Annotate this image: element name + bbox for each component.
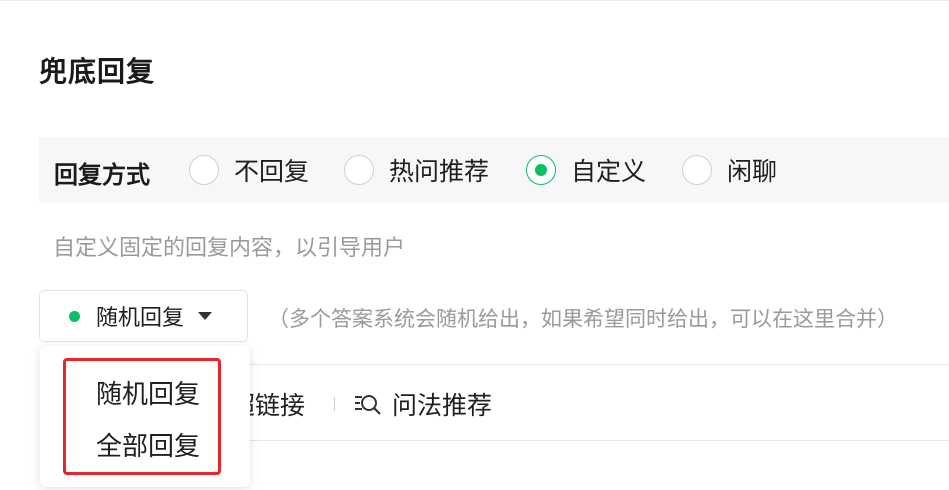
reply-strategy-menu: 随机回复 全部回复 <box>40 346 250 487</box>
radio-label: 不回复 <box>234 157 310 186</box>
faq-recommend-label: 问法推荐 <box>392 391 493 420</box>
search-list-icon <box>355 395 381 415</box>
radio-circle[interactable] <box>189 155 219 185</box>
top-divider <box>0 0 949 1</box>
status-dot <box>69 310 80 322</box>
radio-custom[interactable]: 自定义 <box>526 153 646 187</box>
radio-hot-questions[interactable]: 热问推荐 <box>344 153 489 187</box>
caret-down-icon <box>198 312 213 320</box>
reply-strategy-dropdown[interactable]: 随机回复 <box>39 290 248 342</box>
radio-checked-dot <box>535 164 547 176</box>
editor-toolbar-bottom-border <box>249 440 949 441</box>
radio-circle-checked[interactable] <box>526 155 556 185</box>
reply-mode-label: 回复方式 <box>54 161 150 189</box>
radio-label: 自定义 <box>571 157 647 186</box>
radio-label: 闲聊 <box>727 157 778 186</box>
menu-item-all-reply[interactable]: 全部回复 <box>96 426 200 463</box>
radio-circle[interactable] <box>344 155 374 185</box>
editor-toolbar-top-border <box>249 364 949 365</box>
reply-mode-bar: 回复方式 不回复 热问推荐 自定义 闲聊 <box>39 137 949 203</box>
radio-circle[interactable] <box>682 155 712 185</box>
faq-recommend-button[interactable]: 问法推荐 <box>354 386 492 422</box>
radio-label: 热问推荐 <box>389 157 490 186</box>
toolbar-divider <box>334 397 335 411</box>
menu-item-random-reply[interactable]: 随机回复 <box>96 374 200 411</box>
dropdown-note: （多个答案系统会随机给出，如果希望同时给出，可以在这里合并） <box>268 307 898 331</box>
radio-no-reply[interactable]: 不回复 <box>189 153 309 187</box>
custom-reply-hint: 自定义固定的回复内容，以引导用户 <box>53 236 406 261</box>
dropdown-selected-label: 随机回复 <box>96 306 185 331</box>
radio-chitchat[interactable]: 闲聊 <box>682 153 777 187</box>
section-title: 兜底回复 <box>39 55 156 88</box>
